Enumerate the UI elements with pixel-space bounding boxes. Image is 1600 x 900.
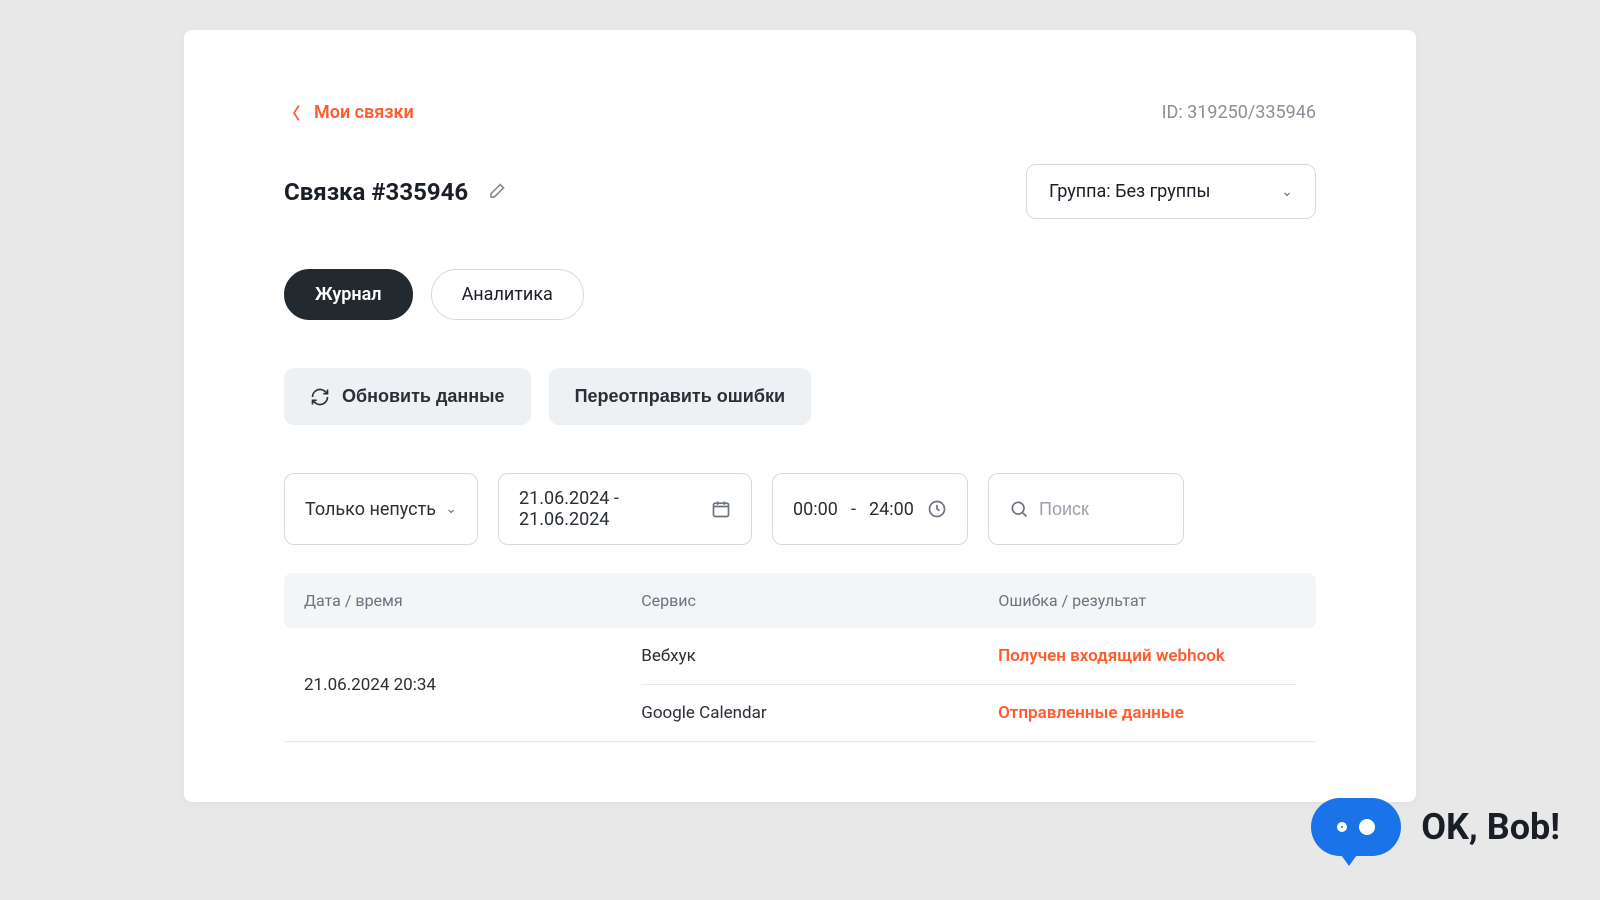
search-input[interactable] [1039, 499, 1163, 520]
th-date: Дата / время [304, 591, 641, 610]
watermark-text: OK, Bob! [1421, 806, 1560, 848]
chevron-down-icon: ⌄ [445, 501, 457, 517]
topbar: 〈 Мои связки ID: 319250/335946 [284, 100, 1316, 124]
chevron-left-icon: 〈 [284, 100, 300, 124]
page-title: Связка #335946 [284, 178, 468, 206]
filter-time-range[interactable]: 00:00 - 24:00 [772, 473, 968, 545]
filter-date-range[interactable]: 21.06.2024 - 21.06.2024 [498, 473, 752, 545]
group-select-label: Группа: Без группы [1049, 181, 1210, 202]
title-left: Связка #335946 [284, 178, 506, 206]
dot-open-icon [1337, 822, 1347, 832]
filter-nonempty-select[interactable]: Только непустые ⌄ [284, 473, 478, 545]
filter-search[interactable] [988, 473, 1184, 545]
refresh-button[interactable]: Обновить данные [284, 368, 531, 425]
pencil-icon[interactable] [486, 182, 506, 202]
chevron-down-icon: ⌄ [1281, 184, 1293, 200]
back-link[interactable]: 〈 Мои связки [284, 100, 414, 124]
entry-service: Вебхук [641, 646, 998, 666]
tab-analytics[interactable]: Аналитика [431, 269, 584, 320]
group-select[interactable]: Группа: Без группы ⌄ [1026, 164, 1316, 219]
entry-result[interactable]: Отправленные данные [998, 703, 1296, 723]
title-row: Связка #335946 Группа: Без группы ⌄ [284, 164, 1316, 219]
id-text: ID: 319250/335946 [1162, 102, 1316, 123]
filter-date-label: 21.06.2024 - 21.06.2024 [519, 488, 701, 530]
th-result: Ошибка / результат [998, 591, 1296, 610]
action-buttons: Обновить данные Переотправить ошибки [284, 368, 1316, 425]
table-header: Дата / время Сервис Ошибка / результат [284, 573, 1316, 628]
watermark: OK, Bob! [1311, 798, 1560, 856]
entry-service: Google Calendar [641, 703, 998, 723]
resend-errors-label: Переотправить ошибки [575, 386, 785, 407]
log-table: Дата / время Сервис Ошибка / результат 2… [284, 573, 1316, 742]
main-card: 〈 Мои связки ID: 319250/335946 Связка #3… [184, 30, 1416, 802]
tab-journal[interactable]: Журнал [284, 269, 413, 320]
refresh-button-label: Обновить данные [342, 386, 505, 407]
dot-solid-icon [1359, 819, 1375, 835]
cell-entries: Вебхук Получен входящий webhook Google C… [641, 628, 1296, 741]
filter-nonempty-label: Только непустые [305, 499, 435, 520]
search-icon [1009, 499, 1029, 519]
table-row: 21.06.2024 20:34 Вебхук Получен входящий… [284, 628, 1316, 742]
tabs: Журнал Аналитика [284, 269, 1316, 320]
entry-row: Google Calendar Отправленные данные [641, 685, 1296, 741]
resend-errors-button[interactable]: Переотправить ошибки [549, 368, 811, 425]
clock-icon [927, 499, 947, 519]
calendar-icon [711, 499, 731, 519]
refresh-icon [310, 387, 330, 407]
cell-datetime: 21.06.2024 20:34 [304, 628, 641, 741]
time-from: 00:00 [793, 499, 838, 520]
time-to: 24:00 [869, 499, 914, 520]
entry-row: Вебхук Получен входящий webhook [641, 628, 1296, 685]
back-link-label: Мои связки [314, 102, 414, 123]
entry-result[interactable]: Получен входящий webhook [998, 646, 1296, 666]
filters-row: Только непустые ⌄ 21.06.2024 - 21.06.202… [284, 473, 1316, 545]
time-sep: - [851, 499, 856, 520]
th-service: Сервис [641, 591, 998, 610]
chat-bubble-icon [1311, 798, 1401, 856]
